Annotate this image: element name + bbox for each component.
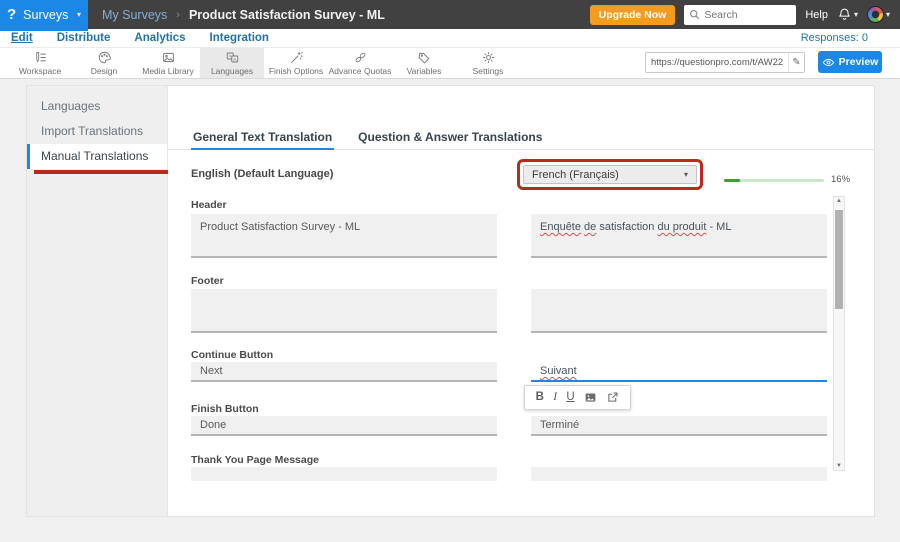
continue-source-field[interactable]: Next — [191, 362, 497, 382]
tab-general-text-translation[interactable]: General Text Translation — [191, 126, 334, 150]
primary-nav: Edit Distribute Analytics Integration Re… — [0, 29, 900, 47]
rich-text-toolbar: B I U — [524, 385, 631, 410]
thankyou-target-field[interactable] — [531, 467, 827, 481]
italic-button[interactable]: I — [553, 386, 557, 409]
nav-distribute[interactable]: Distribute — [57, 31, 111, 46]
breadcrumb: My Surveys › Product Satisfaction Survey… — [102, 8, 385, 22]
survey-url-input[interactable] — [646, 57, 788, 68]
section-label-continue-button: Continue Button — [191, 349, 273, 361]
bold-button[interactable]: B — [536, 386, 544, 409]
header-source-field[interactable]: Product Satisfaction Survey - ML — [191, 214, 497, 258]
edit-url-pencil-icon[interactable]: ✎ — [788, 53, 804, 72]
topbar-right-cluster: Upgrade Now Help ▾ ▾ — [590, 5, 900, 25]
target-language-select[interactable]: French (Français) ▾ — [523, 165, 697, 184]
breadcrumb-my-surveys[interactable]: My Surveys — [102, 8, 167, 22]
questionpro-logo: ? — [7, 6, 16, 23]
tag-icon — [417, 50, 432, 65]
sidebar-item-manual-translations[interactable]: Manual Translations — [27, 144, 167, 169]
footer-source-field[interactable] — [191, 289, 497, 333]
chevron-down-icon: ▾ — [886, 10, 890, 19]
help-link[interactable]: Help — [805, 9, 828, 21]
chevron-down-icon: ▾ — [684, 170, 688, 179]
insert-link-button[interactable] — [606, 391, 619, 404]
survey-title: Product Satisfaction Survey - ML — [189, 8, 385, 22]
section-label-thank-you: Thank You Page Message — [191, 454, 319, 466]
eye-icon — [822, 57, 835, 68]
footer-target-field[interactable] — [531, 289, 827, 333]
underline-button[interactable]: U — [566, 386, 574, 409]
notifications-menu[interactable]: ▾ — [837, 7, 858, 22]
finish-source-field[interactable]: Done — [191, 416, 497, 436]
nav-integration[interactable]: Integration — [210, 31, 269, 46]
translations-card: Languages Import Translations Manual Tra… — [26, 85, 875, 517]
finish-target-field[interactable]: Terminé — [531, 416, 827, 436]
nav-edit[interactable]: Edit — [11, 31, 33, 46]
global-search[interactable] — [684, 5, 796, 25]
design-palette-icon — [97, 50, 112, 65]
red-annotation-box: French (Français) ▾ — [517, 159, 703, 190]
translation-progress-bar — [724, 179, 824, 182]
red-annotation-underline — [34, 170, 182, 174]
nav-accent-strip — [0, 29, 88, 31]
sidebar-item-languages[interactable]: Languages — [27, 94, 167, 119]
upgrade-now-button[interactable]: Upgrade Now — [590, 5, 676, 25]
chevron-down-icon: ▾ — [77, 10, 81, 19]
bell-icon — [837, 7, 852, 22]
breadcrumb-separator-icon: › — [176, 9, 180, 21]
translation-tabs: General Text Translation Question & Answ… — [168, 126, 874, 150]
responses-count[interactable]: Responses: 0 — [801, 32, 868, 44]
tool-advance-quotas[interactable]: Advance Quotas — [328, 48, 392, 78]
tool-workspace[interactable]: Workspace — [8, 48, 72, 78]
preview-button[interactable]: Preview — [818, 51, 882, 73]
nav-items: Edit Distribute Analytics Integration — [0, 29, 900, 46]
progress-percent-label: 16% — [831, 174, 850, 185]
sidebar-item-import-translations[interactable]: Import Translations — [27, 119, 167, 144]
survey-url-group: ✎ — [645, 52, 805, 73]
magic-wand-icon — [289, 50, 304, 65]
chevron-down-icon: ▾ — [854, 10, 858, 19]
svg-text:×: × — [228, 54, 231, 59]
product-menu-label: Surveys — [23, 8, 68, 22]
default-language-label: English (Default Language) — [191, 168, 333, 180]
questionpro-app: ? Surveys ▾ My Surveys › Product Satisfa… — [0, 0, 900, 542]
account-menu[interactable]: ▾ — [867, 6, 890, 23]
languages-translate-icon: × A — [225, 50, 240, 65]
scroll-up-arrow[interactable]: ▲ — [834, 198, 844, 204]
header-target-field[interactable]: Enquête de satisfaction du produit - ML — [531, 214, 827, 258]
avatar — [867, 6, 884, 23]
tool-design[interactable]: Design — [72, 48, 136, 78]
tool-finish-options[interactable]: Finish Options — [264, 48, 328, 78]
tab-question-answer-translations[interactable]: Question & Answer Translations — [356, 126, 544, 149]
workspace-icon — [33, 50, 48, 65]
gear-icon — [481, 50, 496, 65]
tool-languages[interactable]: × A Languages — [200, 48, 264, 78]
scrollbar-thumb[interactable] — [835, 210, 843, 309]
section-label-footer: Footer — [191, 275, 224, 287]
media-library-icon — [161, 50, 176, 65]
nav-analytics[interactable]: Analytics — [134, 31, 185, 46]
top-header-bar: ? Surveys ▾ My Surveys › Product Satisfa… — [0, 0, 900, 29]
search-input[interactable] — [704, 9, 791, 21]
translations-sidebar: Languages Import Translations Manual Tra… — [27, 86, 168, 516]
tool-settings[interactable]: Settings — [456, 48, 520, 78]
product-switcher[interactable]: ? Surveys ▾ — [0, 0, 88, 29]
scroll-down-arrow[interactable]: ▼ — [834, 463, 844, 469]
tool-variables[interactable]: Variables — [392, 48, 456, 78]
content-scrollbar[interactable]: ▲ ▼ — [833, 196, 845, 471]
thankyou-source-field[interactable] — [191, 467, 497, 481]
insert-image-button[interactable] — [584, 391, 597, 404]
section-label-header: Header — [191, 199, 227, 211]
tool-media-library[interactable]: Media Library — [136, 48, 200, 78]
progress-fill — [724, 179, 740, 182]
search-icon — [689, 9, 700, 20]
chain-links-icon — [353, 50, 368, 65]
manual-translations-content: General Text Translation Question & Answ… — [168, 86, 874, 516]
continue-target-field[interactable]: Suivant — [531, 362, 827, 382]
section-label-finish-button: Finish Button — [191, 403, 259, 415]
